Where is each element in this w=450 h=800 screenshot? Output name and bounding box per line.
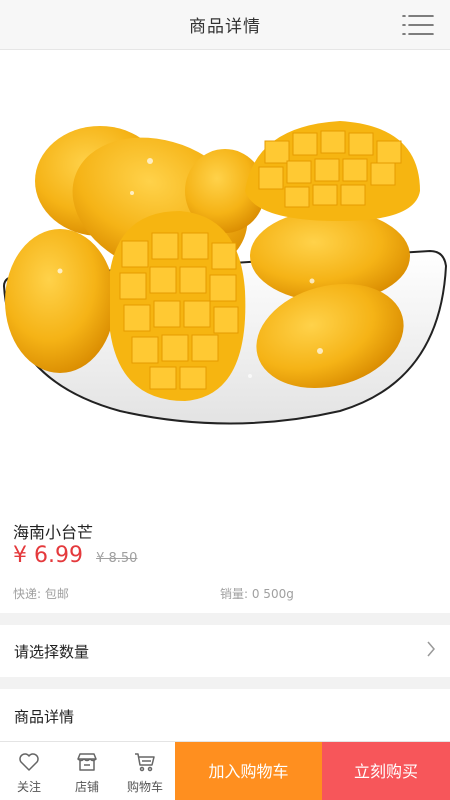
top-nav-bar: 商品详情 — [0, 0, 450, 50]
product-name: 海南小台芒 — [13, 523, 94, 542]
section-divider — [0, 677, 450, 689]
shipping-info: 快递: 包邮 — [13, 587, 69, 601]
page-title: 商品详情 — [189, 17, 261, 37]
current-price: ¥ 6.99 — [13, 543, 83, 568]
shop-button[interactable]: 店铺 — [58, 742, 116, 800]
list-menu-icon[interactable] — [402, 13, 434, 37]
chevron-right-icon — [427, 641, 435, 657]
store-icon — [77, 753, 97, 771]
product-details-row: 商品详情 — [0, 689, 450, 741]
shop-label: 店铺 — [74, 780, 99, 794]
add-to-cart-button[interactable]: 加入购物车 — [175, 742, 322, 800]
follow-button[interactable]: 关注 — [0, 742, 58, 800]
details-label: 商品详情 — [14, 708, 75, 726]
cart-button[interactable]: 购物车 — [116, 742, 174, 800]
section-divider — [0, 613, 450, 625]
cart-label: 购物车 — [126, 780, 163, 794]
original-price: ¥ 8.50 — [96, 551, 138, 566]
price-row: ¥ 6.99 ¥ 8.50 — [13, 543, 137, 573]
follow-label: 关注 — [16, 780, 41, 794]
quantity-selector-row[interactable]: 请选择数量 — [0, 625, 450, 677]
buy-now-button[interactable]: 立刻购买 — [322, 742, 450, 800]
product-image — [0, 51, 450, 501]
sales-info: 销量: 0 500g — [220, 587, 294, 601]
product-info: 海南小台芒 ¥ 6.99 ¥ 8.50 快递: 包邮 销量: 0 500g — [0, 505, 450, 613]
heart-icon — [19, 753, 39, 771]
quantity-label: 请选择数量 — [14, 643, 90, 661]
bottom-action-bar: 关注 店铺 购物车 加入购物车 立刻购买 — [0, 741, 450, 800]
cart-icon — [135, 753, 155, 772]
